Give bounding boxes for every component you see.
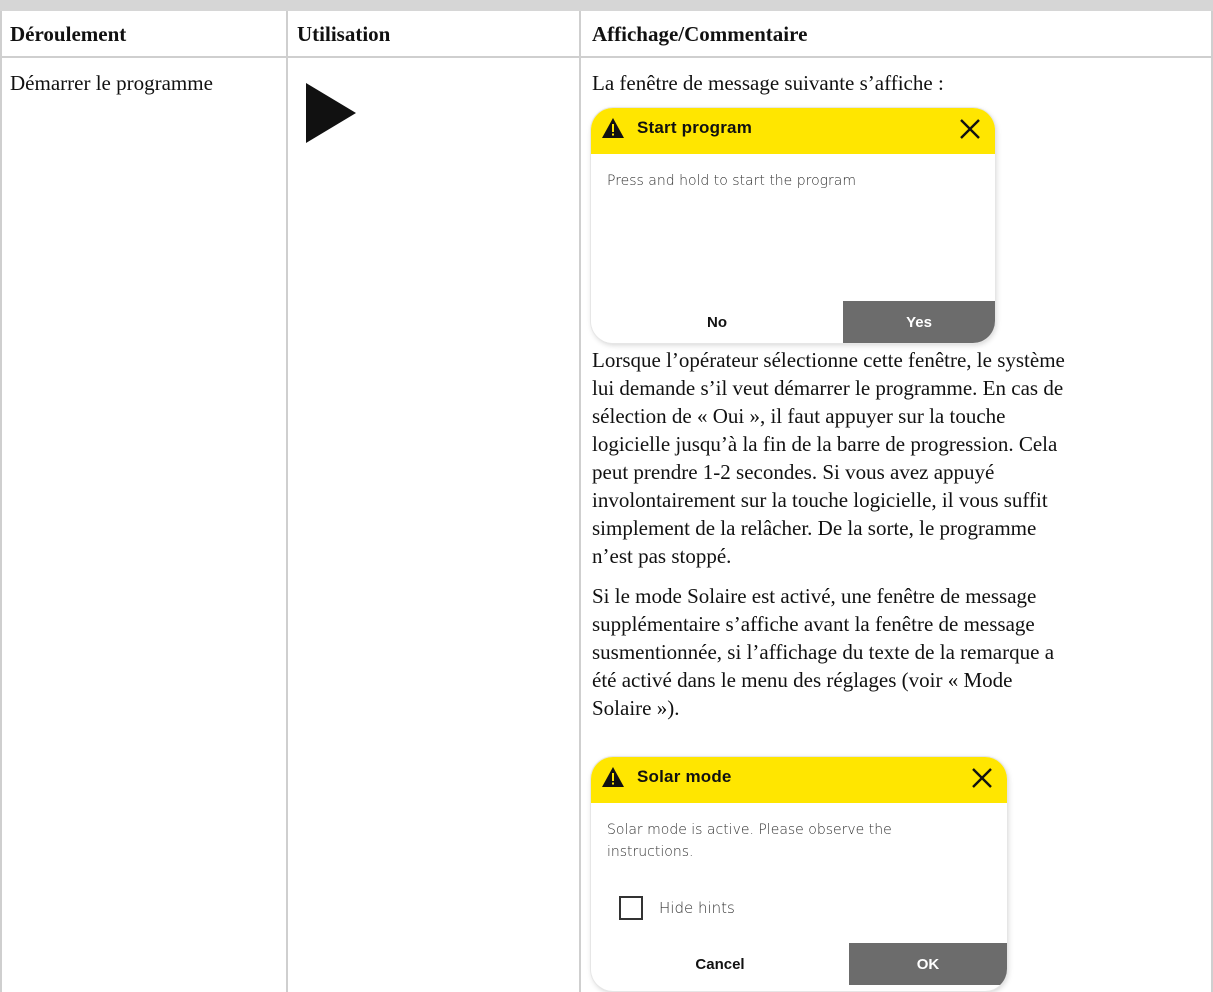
paragraph-line: involontairement sur la touche logiciell… [592,488,1048,512]
hide-hints-checkbox[interactable] [619,896,643,920]
dialog-header: Start program [591,108,995,154]
table-border-left [0,11,2,992]
procedure-table: Déroulement Utilisation Affichage/Commen… [0,11,1213,992]
dialog-message: Solar mode is active. Please observe the… [607,819,892,863]
warning-icon [602,767,624,787]
description-paragraph-1: Lorsque l’opérateur sélectionne cette fe… [592,346,1204,570]
header-divider [0,56,1213,58]
header-deroulement: Déroulement [10,22,127,46]
dialog-message-line: Solar mode is active. Please observe the [607,822,892,838]
warning-icon [602,118,624,138]
solar-mode-dialog: Solar mode Solar mode is active. Please … [591,757,1007,991]
paragraph-line: Si le mode Solaire est activé, une fenêt… [592,584,1037,608]
paragraph-line: lui demande s’il veut démarrer le progra… [592,376,1064,400]
table-top-border [0,0,1213,11]
dialog-message: Press and hold to start the program [607,173,857,189]
dialog-header: Solar mode [591,757,1007,803]
header-utilisation: Utilisation [297,22,391,46]
dialog-title: Solar mode [637,767,732,786]
column-divider-2 [579,11,581,992]
paragraph-line: simplement de la relâcher. De la sorte, … [592,516,1037,540]
paragraph-line: peut prendre 1-2 secondes. Si vous avez … [592,460,995,484]
start-program-dialog: Start program Press and hold to start th… [591,108,995,343]
ok-button[interactable]: OK [849,943,1007,985]
cancel-button[interactable]: Cancel [591,943,849,985]
column-divider-1 [286,11,288,992]
description-paragraph-2: Si le mode Solaire est activé, une fenêt… [592,582,1204,722]
hide-hints-label: Hide hints [659,899,735,917]
paragraph-line: supplémentaire s’affiche avant la fenêtr… [592,612,1035,636]
close-icon[interactable] [971,767,993,789]
play-icon [306,83,356,143]
dialog-message-line: instructions. [607,844,694,860]
no-button[interactable]: No [591,301,843,343]
step-text: Démarrer le programme [10,71,213,95]
paragraph-line: Lorsque l’opérateur sélectionne cette fe… [592,348,1065,372]
yes-button[interactable]: Yes [843,301,995,343]
paragraph-line: logicielle jusqu’à la fin de la barre de… [592,432,1058,456]
paragraph-line: Solaire »). [592,696,680,720]
dialog-title: Start program [637,118,753,137]
paragraph-line: sélection de « Oui », il faut appuyer su… [592,404,1006,428]
paragraph-line: n’est pas stoppé. [592,544,732,568]
close-icon[interactable] [959,118,981,140]
paragraph-line: susmentionnée, si l’affichage du texte d… [592,640,1055,664]
header-affichage: Affichage/Commentaire [592,22,808,46]
paragraph-line: été activé dans le menu des réglages (vo… [592,668,1013,692]
intro-text: La fenêtre de message suivante s’affiche… [592,71,944,95]
